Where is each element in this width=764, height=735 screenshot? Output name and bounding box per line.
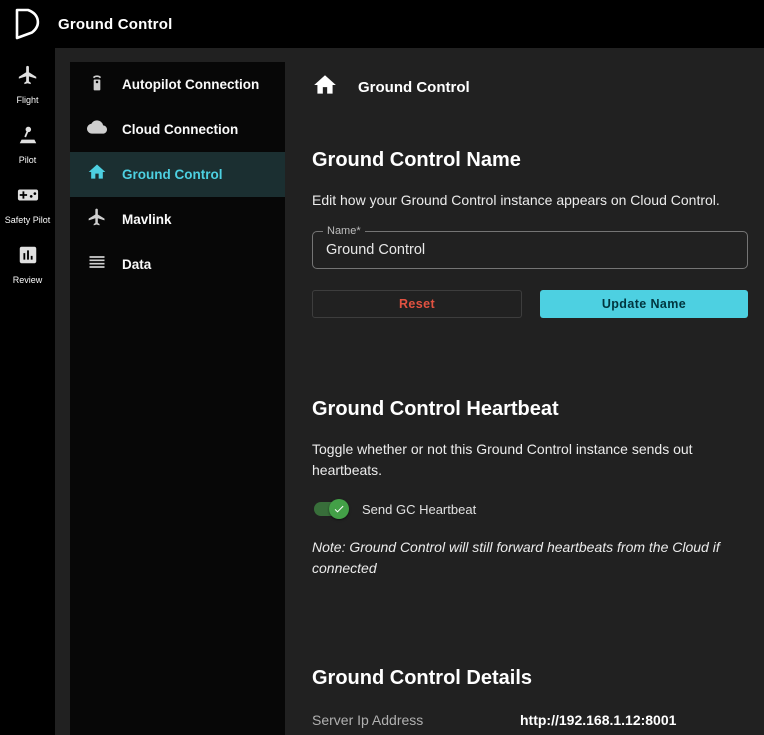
sidebar-item-mavlink[interactable]: Mavlink [70,197,285,242]
chart-icon [17,244,39,271]
rail-label-review: Review [13,275,43,285]
list-icon [87,252,107,277]
home-icon [312,72,338,103]
check-icon [333,503,345,515]
heartbeat-note: Note: Ground Control will still forward … [312,537,748,579]
flight-airplane-icon [17,64,39,91]
sidebar-label-ground-control: Ground Control [122,167,222,182]
sidebar-label-mavlink: Mavlink [122,212,172,227]
cloud-icon [87,117,107,142]
remote-controller-icon [87,72,107,97]
rail-label-flight: Flight [16,95,38,105]
heartbeat-section-description: Toggle whether or not this Ground Contro… [312,439,748,481]
joystick-icon [17,124,39,151]
name-field-label: Name* [323,225,365,237]
name-input[interactable] [313,232,747,268]
detail-row-server-ip: Server Ip Address http://192.168.1.12:80… [312,712,748,728]
topbar: Ground Control [0,0,764,48]
heartbeat-toggle[interactable] [312,499,349,519]
name-field-wrapper: Name* [312,231,748,269]
gamepad-icon [17,184,39,211]
update-name-button[interactable]: Update Name [540,290,748,318]
toggle-thumb [329,499,349,519]
heartbeat-toggle-label: Send GC Heartbeat [362,502,476,517]
reset-button[interactable]: Reset [312,290,522,318]
server-ip-value: http://192.168.1.12:8001 [520,712,676,728]
sidebar-label-data: Data [122,257,151,272]
page-title: Ground Control [358,79,470,96]
sidebar-item-cloud-connection[interactable]: Cloud Connection [70,107,285,152]
app-title: Ground Control [58,16,172,33]
name-section-description: Edit how your Ground Control instance ap… [312,190,748,211]
heartbeat-section-heading: Ground Control Heartbeat [312,398,748,421]
sidebar-label-cloud-connection: Cloud Connection [122,122,238,137]
rail-item-safety-pilot[interactable]: Safety Pilot [0,181,55,227]
settings-sidebar: Autopilot Connection Cloud Connection Gr… [70,62,285,735]
name-actions: Reset Update Name [312,290,748,318]
rail-item-flight[interactable]: Flight [0,61,55,107]
home-icon [87,162,107,187]
sidebar-item-data[interactable]: Data [70,242,285,287]
main-content: Ground Control Ground Control Name Edit … [285,48,764,735]
sidebar-item-ground-control[interactable]: Ground Control [70,152,285,197]
nav-rail: Flight Pilot Safety Pilot Review [0,48,55,735]
rail-item-review[interactable]: Review [0,241,55,287]
name-section-heading: Ground Control Name [312,149,748,172]
server-ip-label: Server Ip Address [312,712,520,728]
rail-item-pilot[interactable]: Pilot [0,121,55,167]
rail-label-safety-pilot: Safety Pilot [5,215,51,225]
airplane-icon [87,207,107,232]
app-logo-icon [9,6,45,42]
details-section-heading: Ground Control Details [312,667,748,690]
sidebar-label-autopilot-connection: Autopilot Connection [122,77,259,92]
page-header: Ground Control [312,72,748,103]
sidebar-item-autopilot-connection[interactable]: Autopilot Connection [70,62,285,107]
rail-label-pilot: Pilot [19,155,37,165]
heartbeat-toggle-row: Send GC Heartbeat [312,499,748,519]
